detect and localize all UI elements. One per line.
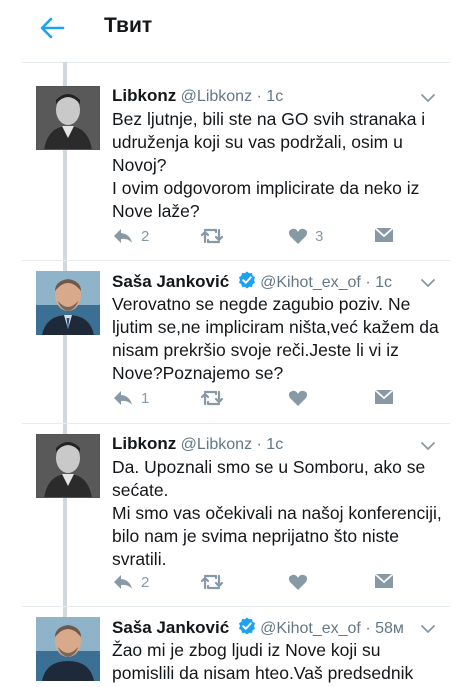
direct-message-button[interactable] xyxy=(374,389,394,405)
display-name[interactable]: Saša Janković xyxy=(112,618,229,637)
tweet-text: Verovatno se negde zagubio poziv. Ne lju… xyxy=(112,293,447,385)
avatar-photo-libkonz xyxy=(36,86,100,150)
tweet-paragraph: Mi smo vas očekivali na našoj konferenci… xyxy=(112,503,442,569)
like-icon xyxy=(288,390,308,406)
dot-separator: · xyxy=(256,436,262,453)
user-handle[interactable]: @Libkonz xyxy=(181,88,252,105)
tweet-paragraph: Žao mi je zbog ljudi iz Nove koji su pom… xyxy=(112,640,414,683)
dot-separator: · xyxy=(365,274,371,291)
timestamp: 58м xyxy=(375,620,404,637)
tweet-divider xyxy=(22,260,450,261)
avatar[interactable] xyxy=(36,434,100,498)
like-icon xyxy=(288,228,308,244)
header-divider xyxy=(22,62,450,63)
reply-count: 2 xyxy=(141,227,150,245)
user-line: Saša Janković @Kihot_ex_of · 58м xyxy=(112,617,404,638)
reply-icon xyxy=(114,575,132,589)
tweet-paragraph: Bez ljutnje, bili ste na GO svih stranak… xyxy=(112,109,426,175)
dot-separator: · xyxy=(256,88,262,105)
page-title: Твит xyxy=(104,14,153,37)
tweet-paragraph: I ovim odgovorom implicirate da neko iz … xyxy=(112,178,420,221)
tweet-actions: 2 xyxy=(112,573,412,593)
message-icon xyxy=(374,389,394,404)
reply-button[interactable]: 2 xyxy=(112,227,149,245)
chevron-down-icon[interactable] xyxy=(420,275,436,291)
back-arrow-icon[interactable] xyxy=(38,14,66,42)
timestamp: 1c xyxy=(266,88,284,105)
tweet-text: Da. Upoznali smo se u Somboru, ako se se… xyxy=(112,456,447,571)
chevron-down-icon[interactable] xyxy=(420,90,436,106)
verified-badge-icon xyxy=(238,617,255,635)
reply-count: 2 xyxy=(141,573,150,591)
dot-separator: · xyxy=(365,620,371,637)
tweet-text: Žao mi je zbog ljudi iz Nove koji su pom… xyxy=(112,639,447,685)
verified-badge-icon xyxy=(238,271,255,289)
user-handle[interactable]: @Kihot_ex_of xyxy=(260,274,361,291)
avatar[interactable] xyxy=(36,617,100,681)
avatar-photo-sasa-jankovic xyxy=(36,271,100,335)
retweet-icon xyxy=(200,390,224,406)
top-bar: Твит xyxy=(0,0,468,60)
tweet-actions: 2 3 xyxy=(112,227,412,247)
user-line: Libkonz @Libkonz · 1c xyxy=(112,434,283,454)
like-button[interactable] xyxy=(288,389,315,407)
direct-message-button[interactable] xyxy=(374,227,394,243)
message-icon xyxy=(374,573,394,588)
like-button[interactable]: 3 xyxy=(288,227,323,245)
retweet-button[interactable] xyxy=(200,227,231,245)
display-name[interactable]: Libkonz xyxy=(112,86,176,105)
reply-count: 1 xyxy=(141,389,150,407)
tweet-paragraph: Verovatno se negde zagubio poziv. Ne lju… xyxy=(112,294,439,383)
reply-button[interactable]: 2 xyxy=(112,573,149,591)
tweet-paragraph: Da. Upoznali smo se u Somboru, ako se se… xyxy=(112,457,426,500)
reply-icon xyxy=(114,229,132,243)
reply-icon xyxy=(114,391,132,405)
like-count: 3 xyxy=(315,227,324,245)
like-icon xyxy=(288,574,308,590)
user-handle[interactable]: @Kihot_ex_of xyxy=(260,620,361,637)
reply-button[interactable]: 1 xyxy=(112,389,149,407)
tweet-divider xyxy=(22,423,450,424)
chevron-down-icon[interactable] xyxy=(420,438,436,454)
retweet-button[interactable] xyxy=(200,389,231,407)
avatar-photo-sasa-jankovic xyxy=(36,617,100,681)
tweet-actions: 1 xyxy=(112,389,412,409)
retweet-icon xyxy=(200,228,224,244)
like-button[interactable] xyxy=(288,573,315,591)
user-line: Libkonz @Libkonz · 1c xyxy=(112,86,283,106)
avatar-photo-libkonz xyxy=(36,434,100,498)
avatar[interactable] xyxy=(36,86,100,150)
timestamp: 1c xyxy=(266,436,284,453)
timestamp: 1c xyxy=(375,274,392,291)
message-icon xyxy=(374,227,394,242)
user-line: Saša Janković @Kihot_ex_of · 1c xyxy=(112,271,392,292)
retweet-button[interactable] xyxy=(200,573,231,591)
user-handle[interactable]: @Libkonz xyxy=(181,436,252,453)
tweet-text: Bez ljutnje, bili ste na GO svih stranak… xyxy=(112,108,447,223)
chevron-down-icon[interactable] xyxy=(420,621,436,637)
retweet-icon xyxy=(200,574,224,590)
display-name[interactable]: Saša Janković xyxy=(112,272,229,291)
avatar[interactable] xyxy=(36,271,100,335)
tweet-divider xyxy=(22,606,450,607)
direct-message-button[interactable] xyxy=(374,573,394,589)
display-name[interactable]: Libkonz xyxy=(112,434,176,453)
